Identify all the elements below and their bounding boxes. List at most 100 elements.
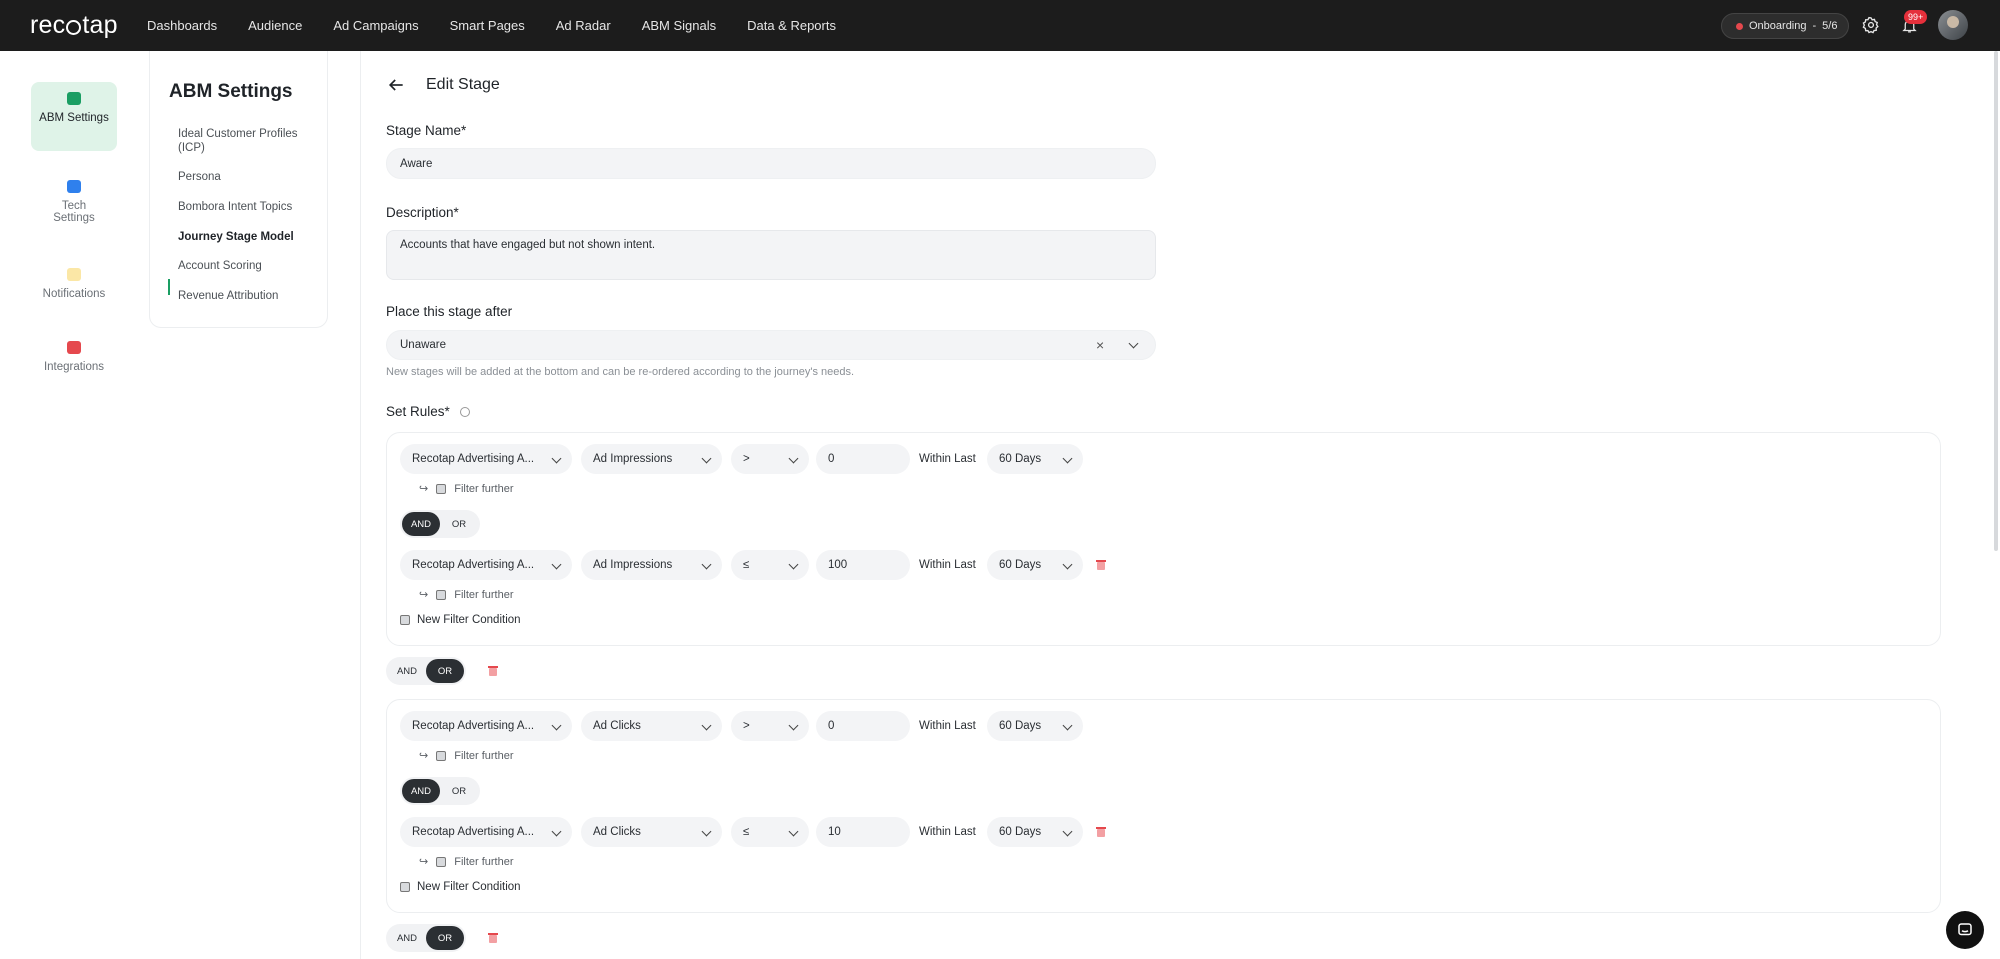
rule-source-select[interactable]: Recotap Advertising A... (400, 550, 572, 580)
filter-further-link[interactable]: ↪ Filter further (419, 588, 514, 602)
rule-value-input[interactable]: 100 (816, 550, 910, 580)
description-textarea[interactable]: Accounts that have engaged but not shown… (386, 230, 1156, 280)
rule-metric-value: Ad Impressions (593, 453, 673, 465)
nav-data-reports[interactable]: Data & Reports (747, 18, 836, 33)
notifications-icon (67, 268, 81, 281)
rule-metric-select[interactable]: Ad Impressions (581, 444, 722, 474)
rule-value: 10 (828, 826, 841, 838)
sidebar-item-persona[interactable]: Persona (178, 170, 318, 184)
user-avatar[interactable] (1938, 10, 1968, 40)
rule-value-input[interactable]: 0 (816, 711, 910, 741)
rail-item-integrations[interactable]: Integrations (31, 331, 117, 373)
group-and-or-toggle: AND OR (386, 924, 466, 952)
nav-dashboards[interactable]: Dashboards (147, 18, 217, 33)
rule-operator-select[interactable]: > (731, 711, 809, 741)
info-icon[interactable] (459, 407, 470, 418)
delete-rule-icon[interactable] (1095, 559, 1107, 571)
nav-audience[interactable]: Audience (248, 18, 302, 33)
page-scrollbar[interactable] (1994, 51, 1998, 551)
or-option[interactable]: OR (440, 779, 478, 803)
and-option[interactable]: AND (402, 779, 440, 803)
sidebar-item-account-scoring[interactable]: Account Scoring (178, 259, 318, 273)
chevron-down-icon (788, 720, 799, 731)
filter-further-label: Filter further (454, 749, 514, 762)
chevron-down-icon (701, 453, 712, 464)
filter-further-link[interactable]: ↪ Filter further (419, 855, 514, 869)
new-filter-condition-label: New Filter Condition (417, 881, 521, 893)
recotap-logo[interactable]: rec tap (30, 11, 118, 40)
set-rules-label: Set Rules* (386, 404, 470, 419)
delete-rule-icon[interactable] (1095, 826, 1107, 838)
rail-item-tech-settings[interactable]: Tech Settings (31, 170, 117, 224)
rule-value-input[interactable]: 0 (816, 444, 910, 474)
filter-further-link[interactable]: ↪ Filter further (419, 482, 514, 496)
filter-further-link[interactable]: ↪ Filter further (419, 749, 514, 763)
and-option[interactable]: AND (388, 659, 426, 683)
chevron-down-icon (788, 453, 799, 464)
place-after-select[interactable]: Unaware × (386, 330, 1156, 360)
rule-source-select[interactable]: Recotap Advertising A... (400, 444, 572, 474)
chevron-down-icon (1062, 559, 1073, 570)
corner-arrow-icon: ↪ (419, 589, 429, 601)
abm-settings-icon (67, 92, 81, 105)
rule-window-select[interactable]: 60 Days (987, 817, 1083, 847)
description-label: Description* (386, 205, 459, 220)
rule-window-select[interactable]: 60 Days (987, 550, 1083, 580)
filter-further-label: Filter further (454, 588, 514, 601)
chevron-down-icon (1062, 826, 1073, 837)
sidebar-item-revenue-attribution[interactable]: Revenue Attribution (178, 289, 318, 303)
gear-icon[interactable] (1860, 14, 1882, 36)
new-filter-condition-button[interactable]: New Filter Condition (400, 614, 521, 626)
rule-metric-value: Ad Clicks (593, 720, 641, 732)
clear-selection-icon[interactable]: × (1096, 337, 1104, 353)
tech-settings-icon (67, 180, 81, 193)
rail-item-abm-settings[interactable]: ABM Settings (31, 82, 117, 151)
or-option[interactable]: OR (426, 659, 464, 683)
chevron-down-icon (551, 559, 562, 570)
onboarding-count: 5/6 (1822, 20, 1838, 32)
rule-window-select[interactable]: 60 Days (987, 444, 1083, 474)
sidebar-item-journey-stage-model[interactable]: Journey Stage Model (178, 230, 318, 244)
delete-group-icon[interactable] (487, 932, 499, 944)
nav-ad-campaigns[interactable]: Ad Campaigns (333, 18, 418, 33)
rule-operator-select[interactable]: > (731, 444, 809, 474)
rule-source-select[interactable]: Recotap Advertising A... (400, 817, 572, 847)
and-or-toggle: AND OR (400, 510, 480, 538)
and-option[interactable]: AND (388, 926, 426, 950)
rule-operator-select[interactable]: ≤ (731, 550, 809, 580)
set-rules-label-text: Set Rules* (386, 404, 450, 419)
rule-window-select[interactable]: 60 Days (987, 711, 1083, 741)
sidebar-item-bombora-intent-topics[interactable]: Bombora Intent Topics (178, 200, 318, 214)
nav-smart-pages[interactable]: Smart Pages (450, 18, 525, 33)
nav-ad-radar[interactable]: Ad Radar (556, 18, 611, 33)
and-or-toggle: AND OR (400, 777, 480, 805)
rule-operator-select[interactable]: ≤ (731, 817, 809, 847)
back-arrow-icon[interactable] (386, 75, 406, 95)
within-last-label: Within Last (919, 453, 976, 465)
rail-item-notifications[interactable]: Notifications (31, 258, 117, 300)
place-after-hint: New stages will be added at the bottom a… (386, 366, 855, 378)
onboarding-separator: - (1812, 20, 1817, 32)
rule-window-value: 60 Days (999, 826, 1042, 838)
rule-metric-select[interactable]: Ad Clicks (581, 817, 722, 847)
rule-value-input[interactable]: 10 (816, 817, 910, 847)
nav-abm-signals[interactable]: ABM Signals (642, 18, 716, 33)
delete-group-icon[interactable] (487, 665, 499, 677)
rule-source-select[interactable]: Recotap Advertising A... (400, 711, 572, 741)
or-option[interactable]: OR (426, 926, 464, 950)
new-filter-condition-button[interactable]: New Filter Condition (400, 881, 521, 893)
or-option[interactable]: OR (440, 512, 478, 536)
left-rail: ABM Settings Tech Settings Notifications… (0, 51, 148, 959)
chat-launcher-button[interactable] (1946, 911, 1984, 949)
main-nav: Dashboards Audience Ad Campaigns Smart P… (147, 0, 867, 51)
logo-text-prefix: rec (30, 11, 66, 39)
chevron-down-icon (1062, 453, 1073, 464)
rule-group-1: Recotap Advertising A... Ad Impressions … (386, 432, 1941, 646)
stage-name-input[interactable]: Aware (386, 148, 1156, 179)
sidebar-item-icp[interactable]: Ideal Customer Profiles (ICP) (178, 127, 318, 155)
rule-metric-select[interactable]: Ad Clicks (581, 711, 722, 741)
rule-metric-select[interactable]: Ad Impressions (581, 550, 722, 580)
and-option[interactable]: AND (402, 512, 440, 536)
sidebar-title: ABM Settings (169, 81, 293, 102)
onboarding-progress-button[interactable]: Onboarding - 5/6 (1721, 13, 1849, 39)
